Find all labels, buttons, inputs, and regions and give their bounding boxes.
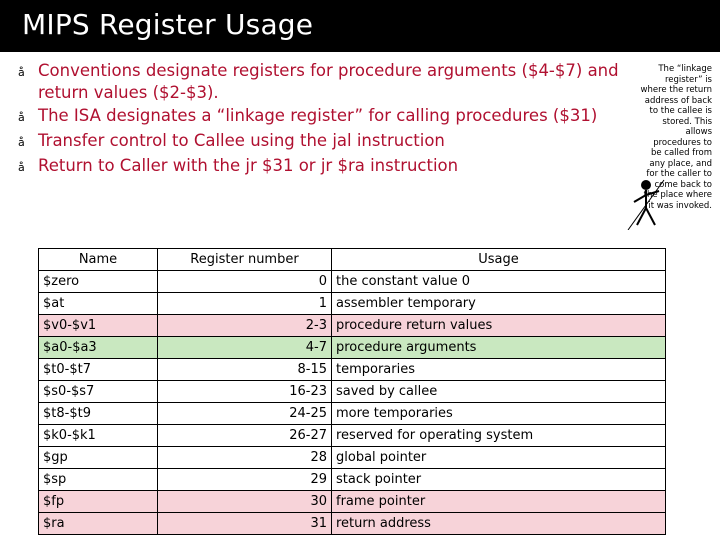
table-row: $s0-$s7 16-23 saved by callee [38, 380, 666, 403]
cell-register-number: 0 [157, 270, 332, 293]
cell-register-usage: temporaries [331, 358, 666, 381]
register-usage-table: Name Register number Usage $zero 0 the con… [38, 248, 666, 535]
cell-register-name: $a0-$a3 [38, 336, 158, 359]
cell-register-number: 24-25 [157, 402, 332, 425]
table-row: $sp 29 stack pointer [38, 468, 666, 491]
cell-register-name: $zero [38, 270, 158, 293]
cell-register-usage: global pointer [331, 446, 666, 469]
cell-register-usage: assembler temporary [331, 292, 666, 315]
cell-register-number: 4-7 [157, 336, 332, 359]
table-row: $t8-$t9 24-25 more temporaries [38, 402, 666, 425]
bullet-text: Return to Caller with the jr $31 or jr $… [38, 156, 459, 175]
column-header-usage: Usage [331, 248, 666, 271]
cell-register-usage: stack pointer [331, 468, 666, 491]
cell-register-usage: return address [331, 512, 666, 535]
slide-title-bar: MIPS Register Usage [0, 0, 720, 52]
bullet-text: Transfer control to Callee using the jal… [38, 131, 445, 150]
cell-register-usage: procedure arguments [331, 336, 666, 359]
cell-register-number: 8-15 [157, 358, 332, 381]
cell-register-number: 29 [157, 468, 332, 491]
table-row: $v0-$v1 2-3 procedure return values [38, 314, 666, 337]
list-item: å Transfer control to Callee using the j… [18, 130, 628, 154]
cell-register-name: $v0-$v1 [38, 314, 158, 337]
cell-register-number: 16-23 [157, 380, 332, 403]
cell-register-number: 2-3 [157, 314, 332, 337]
column-header-number: Register number [157, 248, 332, 271]
table-row: $t0-$t7 8-15 temporaries [38, 358, 666, 381]
page-title: MIPS Register Usage [22, 8, 314, 41]
table-row: $zero 0 the constant value 0 [38, 270, 666, 293]
list-item: å Return to Caller with the jr $31 or jr… [18, 155, 628, 179]
cell-register-number: 31 [157, 512, 332, 535]
cell-register-name: $s0-$s7 [38, 380, 158, 403]
cell-register-usage: procedure return values [331, 314, 666, 337]
table-row: $a0-$a3 4-7 procedure arguments [38, 336, 666, 359]
cell-register-number: 1 [157, 292, 332, 315]
cell-register-usage: the constant value 0 [331, 270, 666, 293]
cell-register-number: 26-27 [157, 424, 332, 447]
cell-register-name: $gp [38, 446, 158, 469]
bullet-list: å Conventions designate registers for pr… [18, 60, 628, 180]
cell-register-number: 30 [157, 490, 332, 513]
bullet-marker-icon: å [18, 111, 25, 124]
cell-register-name: $t0-$t7 [38, 358, 158, 381]
list-item: å Conventions designate registers for pr… [18, 60, 628, 104]
cell-register-usage: saved by callee [331, 380, 666, 403]
table-header-row: Name Register number Usage [38, 248, 666, 271]
list-item: å The ISA designates a “linkage register… [18, 105, 628, 129]
cell-register-name: $ra [38, 512, 158, 535]
cell-register-name: $fp [38, 490, 158, 513]
bullet-marker-icon: å [18, 161, 25, 174]
cell-register-name: $k0-$k1 [38, 424, 158, 447]
column-header-name: Name [38, 248, 158, 271]
cell-register-name: $sp [38, 468, 158, 491]
cell-register-number: 28 [157, 446, 332, 469]
table-row: $ra 31 return address [38, 512, 666, 535]
bullet-text: The ISA designates a “linkage register” … [38, 106, 598, 125]
stick-figure-icon [627, 179, 665, 230]
bullet-marker-icon: å [18, 136, 25, 149]
table-row: $at 1 assembler temporary [38, 292, 666, 315]
table-row: $fp 30 frame pointer [38, 490, 666, 513]
cell-register-usage: reserved for operating system [331, 424, 666, 447]
table-row: $k0-$k1 26-27 reserved for operating syste… [38, 424, 666, 447]
cell-register-name: $t8-$t9 [38, 402, 158, 425]
cell-register-usage: frame pointer [331, 490, 666, 513]
cell-register-usage: more temporaries [331, 402, 666, 425]
bullet-marker-icon: å [18, 66, 25, 79]
table-row: $gp 28 global pointer [38, 446, 666, 469]
cell-register-name: $at [38, 292, 158, 315]
bullet-text: Conventions designate registers for proc… [38, 61, 619, 102]
